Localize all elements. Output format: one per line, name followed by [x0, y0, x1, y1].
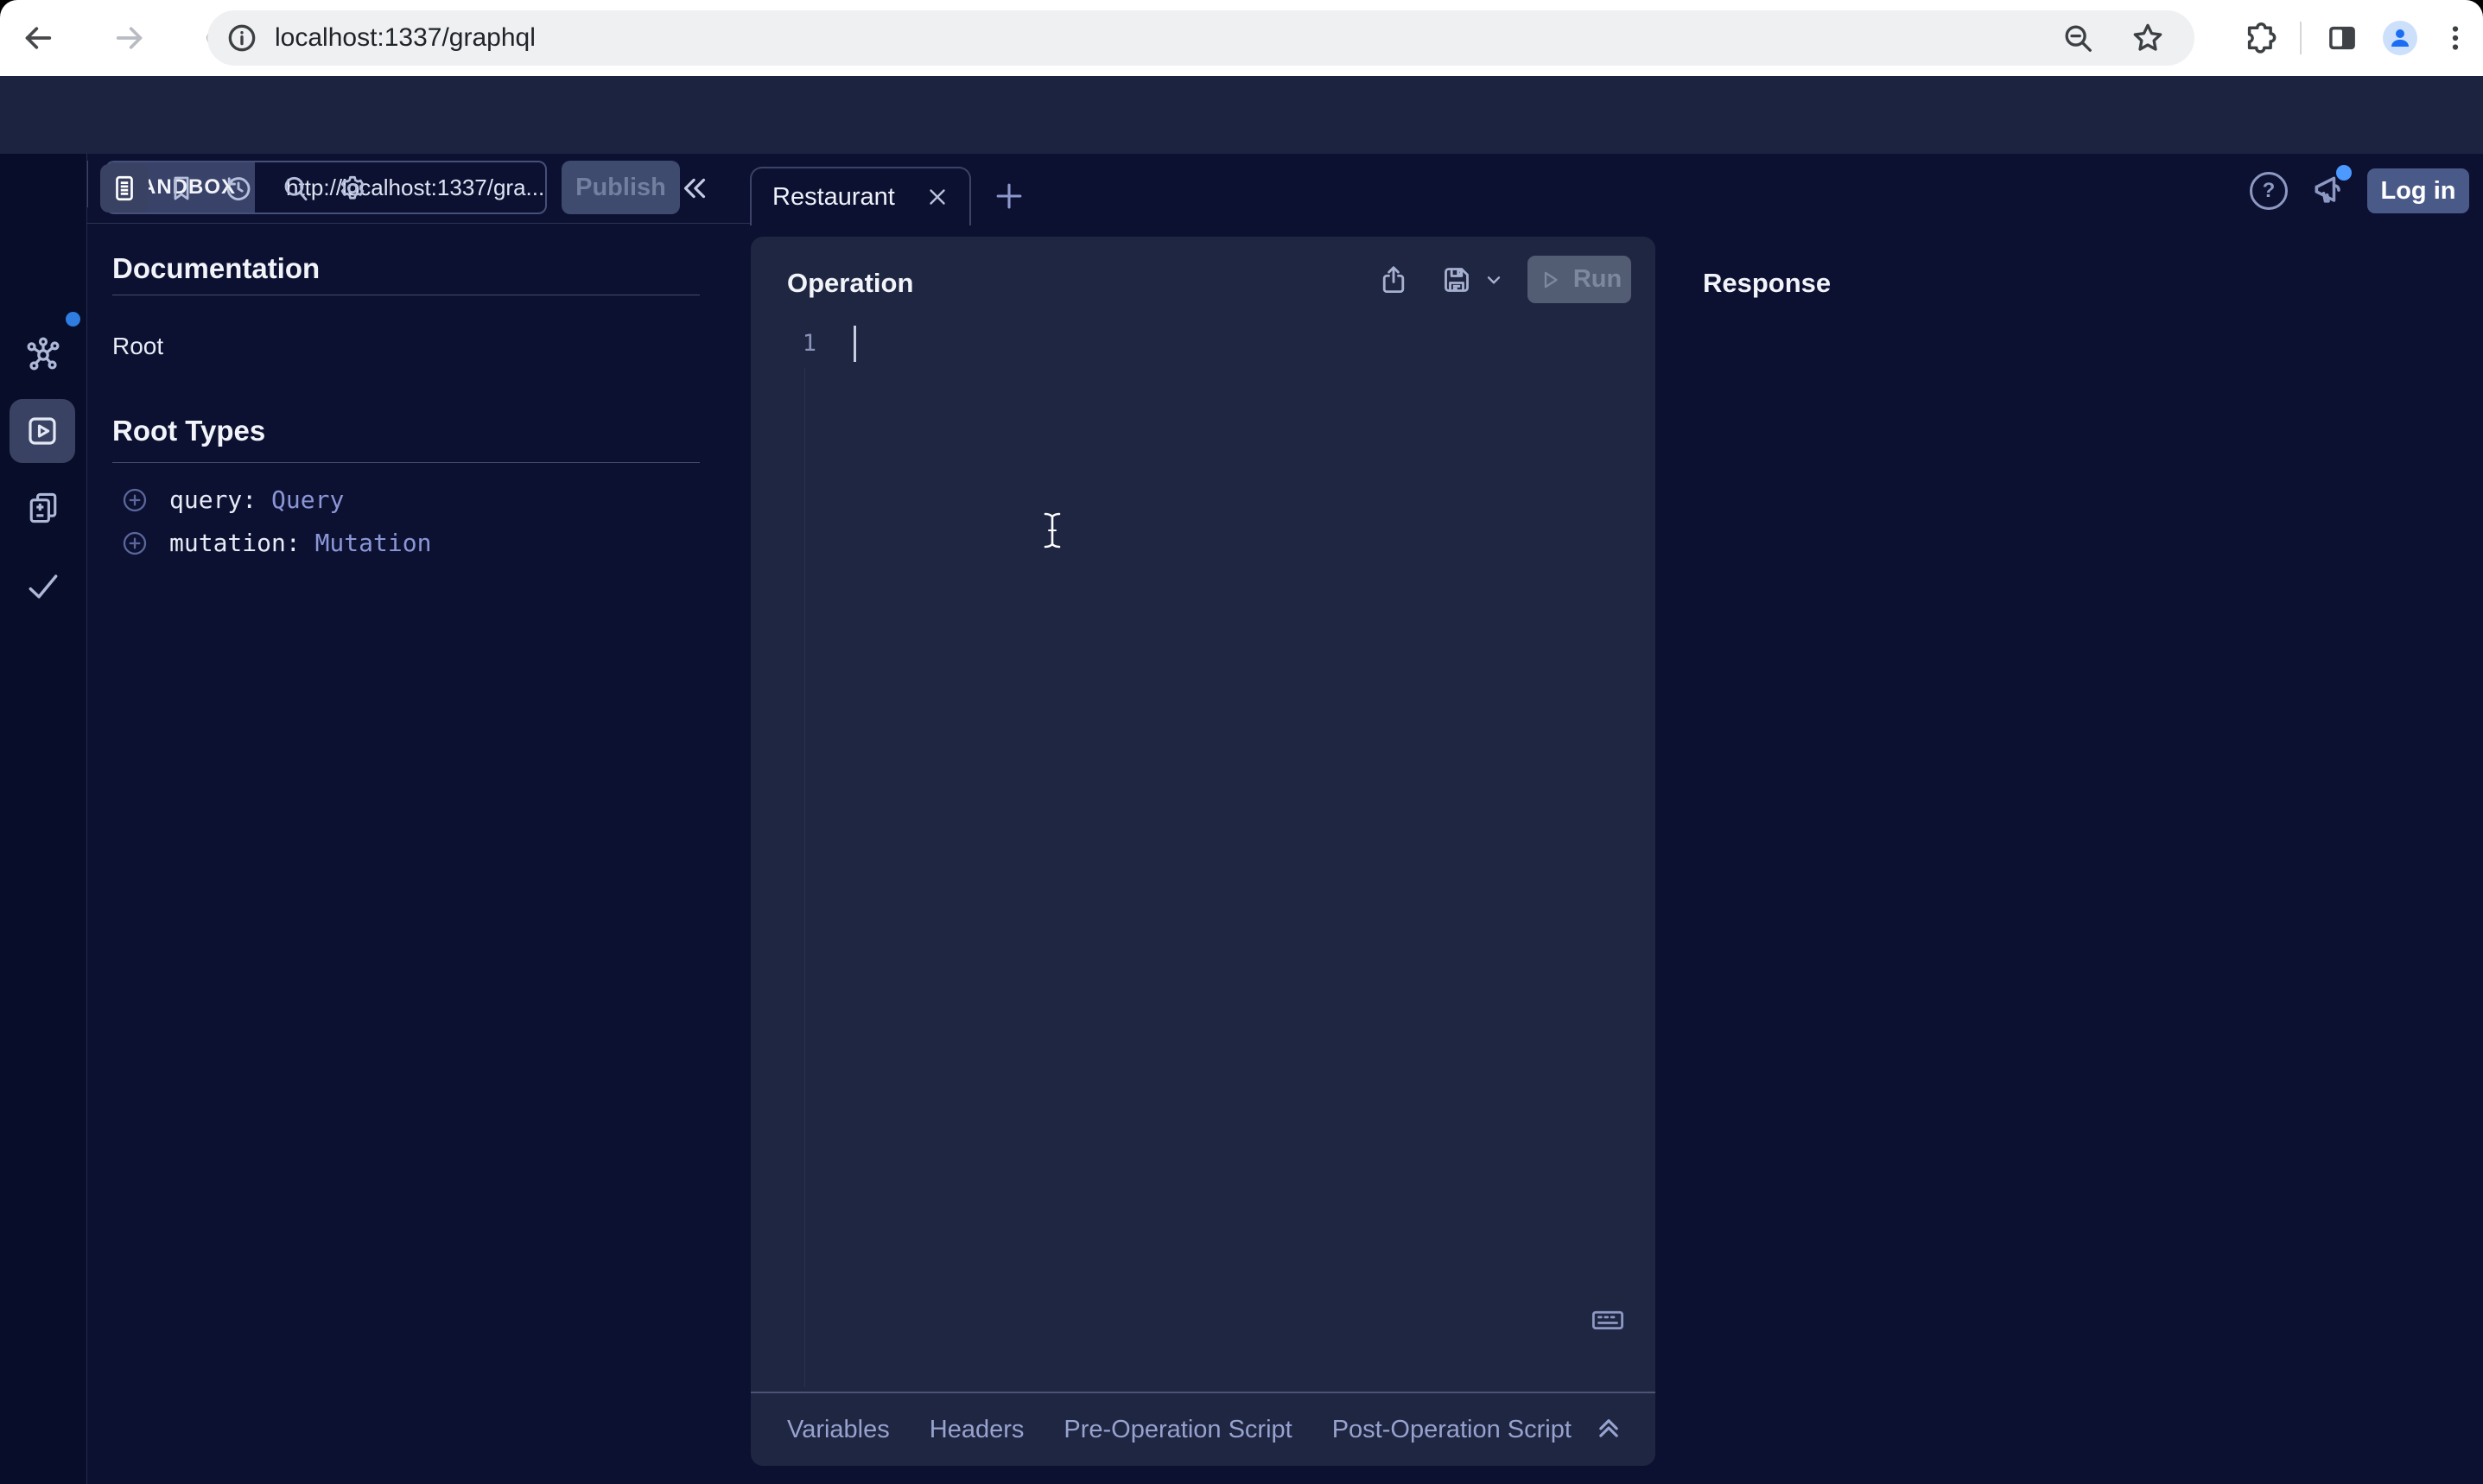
notification-dot	[2336, 165, 2352, 181]
operation-footer-tabs: Variables Headers Pre-Operation Script P…	[787, 1393, 1572, 1466]
help-icon[interactable]: ?	[2250, 172, 2288, 210]
add-mutation-icon[interactable]	[121, 530, 149, 557]
zoom-out-icon[interactable]	[2061, 22, 2094, 54]
keyboard-shortcuts-icon[interactable]	[1590, 1302, 1626, 1338]
mouse-ibeam-cursor	[1041, 511, 1064, 549]
operation-panel: Operation Run	[751, 237, 1655, 1466]
site-info-icon[interactable]	[225, 21, 259, 55]
left-nav-rail	[0, 154, 87, 1484]
tab-pre-operation-script[interactable]: Pre-Operation Script	[1064, 1416, 1292, 1444]
checks-icon[interactable]	[0, 568, 86, 606]
profile-avatar[interactable]	[2383, 21, 2417, 55]
editor-text-caret	[854, 326, 856, 362]
save-operation-icon[interactable]	[1439, 263, 1474, 297]
url-text[interactable]: localhost:1337/graphql	[275, 23, 2061, 53]
address-bar[interactable]: localhost:1337/graphql	[207, 10, 2194, 66]
bookmark-star-icon[interactable]	[2131, 21, 2165, 55]
browser-toolbar: localhost:1337/graphql	[0, 0, 2483, 76]
side-panel-icon[interactable]	[2324, 20, 2360, 56]
documentation-tab-icon[interactable]	[100, 164, 149, 212]
browser-menu-icon[interactable]	[2440, 22, 2471, 54]
response-title: Response	[1703, 268, 1831, 299]
save-options-chevron-icon[interactable]	[1483, 269, 1505, 291]
doc-divider-2	[112, 462, 700, 463]
editor-gutter-divider	[804, 368, 805, 1387]
operation-title: Operation	[787, 268, 913, 299]
announcements-megaphone-icon[interactable]	[2310, 172, 2348, 210]
back-icon[interactable]	[10, 10, 66, 66]
explorer-nav-item[interactable]	[10, 399, 75, 463]
root-type-mutation-row[interactable]: mutation: Mutation	[121, 529, 431, 557]
apollo-sandbox-window: localhost:1337/graphql	[0, 0, 2483, 1484]
tab-post-operation-script[interactable]: Post-Operation Script	[1332, 1416, 1572, 1444]
doc-root-link[interactable]: Root	[112, 333, 163, 360]
field-name: mutation:	[169, 529, 301, 557]
share-operation-icon[interactable]	[1377, 263, 1410, 296]
login-button[interactable]: Log in	[2367, 168, 2469, 213]
collapse-doc-panel-icon[interactable]	[676, 170, 713, 206]
tab-variables[interactable]: Variables	[787, 1416, 890, 1444]
toolbar-divider	[2300, 22, 2302, 54]
expand-footer-icon[interactable]	[1591, 1411, 1626, 1445]
field-name: query:	[169, 485, 257, 514]
apollo-toolbar: A SANDBOX http://localhost:1337/gra... P…	[0, 76, 2483, 154]
root-types-title: Root Types	[112, 415, 265, 447]
search-icon[interactable]	[271, 164, 320, 212]
field-type-link[interactable]: Query	[271, 485, 344, 514]
tab-headers[interactable]: Headers	[930, 1416, 1025, 1444]
extensions-icon[interactable]	[2241, 20, 2277, 56]
explorer-settings-gear-icon[interactable]	[328, 164, 377, 212]
changelog-docs-icon[interactable]	[0, 489, 86, 527]
field-type-link[interactable]: Mutation	[315, 529, 432, 557]
forward-icon[interactable]	[102, 10, 157, 66]
close-tab-icon[interactable]	[924, 184, 950, 210]
doc-panel-title: Documentation	[112, 252, 320, 285]
tab-restaurant[interactable]: Restaurant	[750, 167, 971, 225]
root-type-query-row[interactable]: query: Query	[121, 485, 344, 514]
run-button-label: Run	[1573, 265, 1622, 294]
tab-label[interactable]: Restaurant	[772, 183, 924, 212]
rail-notification-dot	[66, 312, 80, 327]
new-tab-icon[interactable]	[990, 177, 1028, 215]
editor-line-number: 1	[794, 330, 816, 357]
bookmarks-icon[interactable]	[157, 164, 206, 212]
doc-panel-toolbar	[86, 154, 751, 224]
run-button[interactable]: Run	[1527, 256, 1631, 303]
schema-graph-icon[interactable]	[0, 334, 86, 374]
history-icon[interactable]	[214, 164, 263, 212]
add-query-icon[interactable]	[121, 486, 149, 514]
